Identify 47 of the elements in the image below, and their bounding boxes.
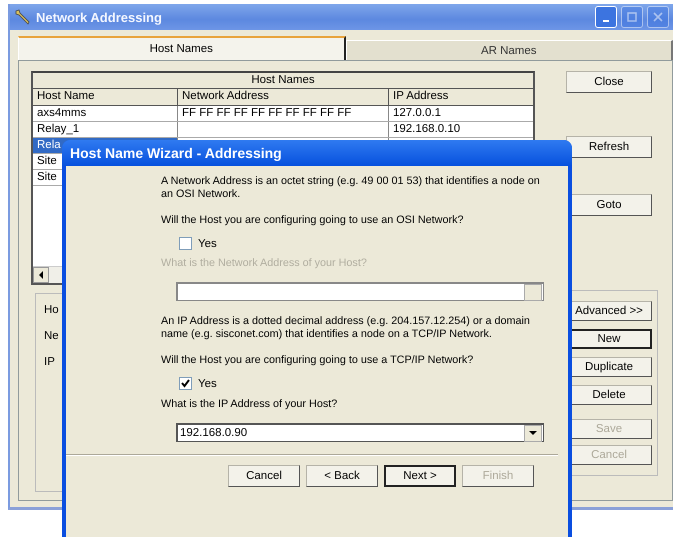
network-address-field[interactable] [176, 282, 544, 301]
wizard-button[interactable]: < Back [306, 465, 378, 487]
table-cell: FF FF FF FF FF FF FF FF FF FF [182, 107, 352, 119]
dropdown-button[interactable] [524, 424, 542, 442]
wizard-button[interactable]: Cancel [228, 465, 300, 487]
table-cell: 192.168.0.10 [393, 123, 460, 135]
left-arrow-icon [38, 271, 44, 279]
maximize-icon [627, 12, 637, 22]
column-header[interactable]: IP Address [389, 89, 533, 105]
window-title: Network Addressing [36, 10, 162, 24]
question-text: Will the Host you are configuring going to use an OSI Network? [161, 214, 464, 227]
close-button[interactable] [647, 6, 669, 28]
wizard-button[interactable]: Next > [384, 465, 456, 487]
down-arrow-icon [529, 430, 537, 436]
maximize-button[interactable] [621, 6, 643, 28]
side-button[interactable]: Refresh [566, 136, 652, 158]
field-label: Ho [44, 304, 59, 318]
table-cell: axs4mms [37, 107, 86, 119]
table-cell: Site [37, 171, 57, 183]
field-label: IP [44, 356, 55, 370]
info-text: A Network Address is an octet string (e.g. 49 00 01 53) that identifies a node on an OSI Network. [161, 175, 541, 201]
minimize-icon [603, 20, 609, 22]
ip-address-field[interactable]: 192.168.0.90 [176, 423, 544, 442]
question-text: Will the Host you are configuring going to use a TCP/IP Network? [161, 354, 474, 367]
table-cell: Rela [37, 139, 61, 151]
prompt-text: What is the IP Address of your Host? [161, 398, 338, 411]
wrench-icon [14, 9, 32, 25]
table-cell: Site [37, 155, 57, 167]
scroll-left-button[interactable] [33, 267, 49, 283]
table-cell: Relay_1 [37, 123, 80, 135]
table-row[interactable]: axs4mms FF FF FF FF FF FF FF FF FF FF 127.0.0.1 [33, 106, 533, 122]
column-header[interactable]: Network Address [178, 89, 389, 105]
info-text: An IP Address is a dotted decimal address (e.g. 204.157.12.254) or a domain name (e.g. sisconet.com) that identifies a node on a TCP/IP Network. [161, 315, 531, 341]
tab[interactable]: Host Names [18, 36, 346, 60]
column-header[interactable]: Host Name [33, 89, 178, 105]
tab[interactable]: AR Names [346, 40, 673, 60]
dialog-title: Host Name Wizard - Addressing [70, 145, 282, 161]
side-button[interactable]: Close [566, 71, 652, 93]
field-label: Ne [44, 330, 59, 344]
table-caption: Host Names [33, 73, 533, 89]
yes-checkbox[interactable]: Yes [179, 377, 217, 390]
yes-checkbox[interactable]: Yes [179, 237, 217, 250]
prompt-text: What is the Network Address of your Host? [161, 257, 368, 270]
close-icon [653, 12, 663, 22]
table-cell: 127.0.0.1 [393, 107, 441, 119]
check-icon [181, 379, 190, 388]
minimize-button[interactable] [595, 6, 617, 28]
